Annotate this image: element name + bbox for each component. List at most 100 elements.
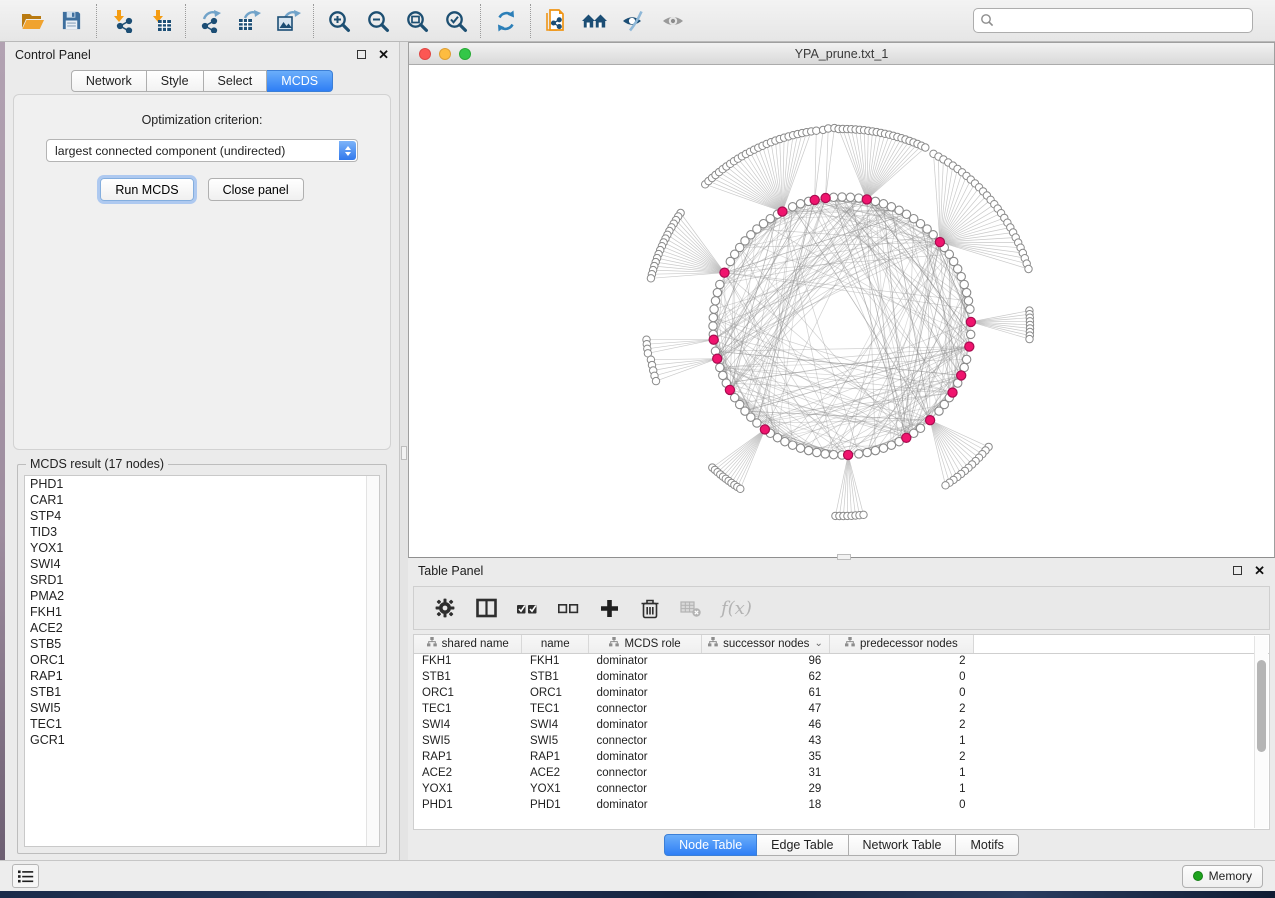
- satellite-node[interactable]: [1026, 335, 1033, 342]
- tab-style[interactable]: Style: [147, 70, 204, 92]
- satellite-node[interactable]: [813, 127, 820, 134]
- ring-node[interactable]: [863, 448, 871, 456]
- mcds-dominator-node[interactable]: [966, 317, 975, 326]
- mcds-dominator-node[interactable]: [725, 385, 734, 394]
- hide-selected-icon[interactable]: [620, 8, 647, 34]
- network-window-titlebar[interactable]: YPA_prune.txt_1: [409, 43, 1274, 65]
- satellite-node[interactable]: [652, 377, 659, 384]
- table-scrollbar-track[interactable]: [1254, 636, 1268, 828]
- tab-edge-table[interactable]: Edge Table: [757, 834, 848, 856]
- network-splitter-handle[interactable]: [837, 554, 851, 560]
- close-panel-button[interactable]: Close panel: [208, 178, 304, 201]
- open-session-icon[interactable]: [19, 8, 46, 34]
- ring-node[interactable]: [788, 203, 796, 211]
- mcds-dominator-node[interactable]: [709, 335, 718, 344]
- table-row[interactable]: TEC1TEC1connector472: [414, 701, 1269, 717]
- satellite-node[interactable]: [942, 482, 949, 489]
- tab-node-table[interactable]: Node Table: [664, 834, 757, 856]
- mcds-result-item[interactable]: ORC1: [25, 652, 379, 668]
- table-scrollbar-thumb[interactable]: [1257, 660, 1266, 752]
- column-header-shared-name[interactable]: shared name: [414, 635, 522, 653]
- save-session-icon[interactable]: [58, 8, 85, 34]
- task-history-button[interactable]: [12, 864, 39, 888]
- ring-node[interactable]: [713, 288, 721, 296]
- ring-node[interactable]: [821, 450, 829, 458]
- ring-node[interactable]: [887, 441, 895, 449]
- mcds-result-item[interactable]: SRD1: [25, 572, 379, 588]
- ring-node[interactable]: [960, 280, 968, 288]
- ring-node[interactable]: [964, 297, 972, 305]
- tab-network[interactable]: Network: [71, 70, 147, 92]
- mcds-dominator-node[interactable]: [821, 193, 830, 202]
- ring-node[interactable]: [916, 424, 924, 432]
- ring-node[interactable]: [895, 206, 903, 214]
- mcds-result-item[interactable]: TEC1: [25, 716, 379, 732]
- mcds-dominator-node[interactable]: [778, 207, 787, 216]
- mcds-result-item[interactable]: STP4: [25, 508, 379, 524]
- mcds-result-item[interactable]: RAP1: [25, 668, 379, 684]
- mcds-result-item[interactable]: STB5: [25, 636, 379, 652]
- mcds-result-item[interactable]: GCR1: [25, 732, 379, 748]
- ring-node[interactable]: [788, 441, 796, 449]
- mcds-result-item[interactable]: STB1: [25, 684, 379, 700]
- satellite-node[interactable]: [737, 485, 744, 492]
- mcds-dominator-node[interactable]: [720, 268, 729, 277]
- mcds-dominator-node[interactable]: [935, 238, 944, 247]
- mcds-result-list[interactable]: PHD1CAR1STP4TID3YOX1SWI4SRD1PMA2FKH1ACE2…: [24, 475, 380, 847]
- mcds-result-item[interactable]: ACE2: [25, 620, 379, 636]
- close-table-panel-icon[interactable]: ✕: [1254, 564, 1265, 577]
- ring-node[interactable]: [966, 305, 974, 313]
- run-mcds-button[interactable]: Run MCDS: [100, 178, 193, 201]
- table-settings-icon[interactable]: [434, 597, 456, 619]
- tab-select[interactable]: Select: [204, 70, 268, 92]
- column-header-name[interactable]: name: [522, 635, 588, 653]
- ring-node[interactable]: [957, 272, 965, 280]
- mcds-dominator-node[interactable]: [713, 354, 722, 363]
- ring-node[interactable]: [709, 313, 717, 321]
- ring-node[interactable]: [838, 193, 846, 201]
- column-header-successor-nodes[interactable]: successor nodes⌄: [702, 635, 830, 653]
- mcds-dominator-node[interactable]: [760, 425, 769, 434]
- mcds-result-item[interactable]: SWI5: [25, 700, 379, 716]
- mcds-result-item[interactable]: SWI4: [25, 556, 379, 572]
- table-row[interactable]: SWI4SWI4dominator462: [414, 717, 1269, 733]
- ring-node[interactable]: [962, 355, 970, 363]
- ring-node[interactable]: [716, 363, 724, 371]
- satellite-node[interactable]: [922, 144, 929, 151]
- ring-node[interactable]: [967, 330, 975, 338]
- ring-node[interactable]: [846, 193, 854, 201]
- column-header-predecessor-nodes[interactable]: predecessor nodes: [829, 635, 973, 653]
- vertical-splitter[interactable]: [400, 42, 408, 860]
- table-row[interactable]: YOX1YOX1connector291: [414, 781, 1269, 797]
- export-network-icon[interactable]: [197, 8, 224, 34]
- table-row[interactable]: RAP1RAP1dominator352: [414, 749, 1269, 765]
- mcds-result-item[interactable]: PHD1: [25, 476, 379, 492]
- mcds-dominator-node[interactable]: [948, 388, 957, 397]
- search-input[interactable]: [973, 8, 1253, 33]
- satellite-node[interactable]: [647, 275, 654, 282]
- ring-node[interactable]: [887, 203, 895, 211]
- splitter-handle[interactable]: [401, 446, 407, 460]
- ring-node[interactable]: [871, 197, 879, 205]
- ring-node[interactable]: [753, 419, 761, 427]
- column-header-MCDS-role[interactable]: MCDS role: [588, 635, 701, 653]
- mcds-dominator-node[interactable]: [965, 342, 974, 351]
- mcds-result-item[interactable]: PMA2: [25, 588, 379, 604]
- mcds-dominator-node[interactable]: [957, 371, 966, 380]
- import-network-icon[interactable]: [108, 8, 135, 34]
- delete-column-icon[interactable]: [639, 597, 661, 619]
- mcds-dominator-node[interactable]: [902, 433, 911, 442]
- ring-node[interactable]: [781, 438, 789, 446]
- ring-node[interactable]: [871, 446, 879, 454]
- create-column-icon[interactable]: [598, 597, 620, 619]
- table-row[interactable]: FKH1FKH1dominator962: [414, 653, 1269, 669]
- zoom-fit-icon[interactable]: [403, 8, 430, 34]
- mcds-result-item[interactable]: FKH1: [25, 604, 379, 620]
- table-row[interactable]: SWI5SWI5connector431: [414, 733, 1269, 749]
- network-graph-canvas[interactable]: [409, 65, 1274, 556]
- refresh-layout-icon[interactable]: [492, 8, 519, 34]
- ring-node[interactable]: [726, 257, 734, 265]
- mcds-result-item[interactable]: CAR1: [25, 492, 379, 508]
- zoom-out-icon[interactable]: [364, 8, 391, 34]
- result-scrollbar-track[interactable]: [366, 476, 379, 846]
